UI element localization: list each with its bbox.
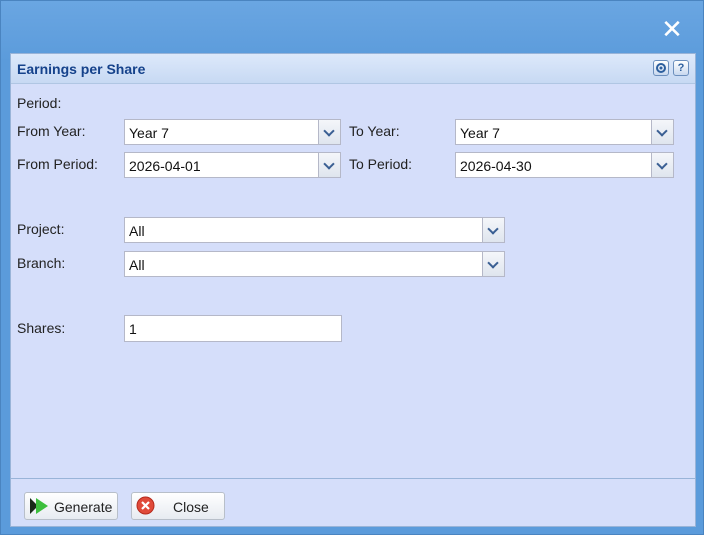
cancel-icon bbox=[136, 496, 155, 515]
panel-header: Earnings per Share ? bbox=[11, 54, 695, 84]
generate-button-label: Generate bbox=[54, 499, 113, 515]
branch-label: Branch: bbox=[17, 255, 66, 271]
chevron-down-icon[interactable] bbox=[482, 252, 504, 276]
dialog-window: ✕ Earnings per Share ? Period: From Year… bbox=[0, 0, 704, 535]
branch-value: All bbox=[129, 257, 145, 273]
period-label: Period: bbox=[17, 95, 62, 111]
to-year-label: To Year: bbox=[349, 123, 400, 139]
from-period-label: From Period: bbox=[17, 156, 98, 172]
close-button[interactable]: Close bbox=[131, 492, 225, 520]
to-year-value: Year 7 bbox=[460, 125, 500, 141]
project-select[interactable]: All bbox=[124, 217, 505, 243]
to-period-select[interactable]: 2026-04-30 bbox=[455, 152, 674, 178]
panel-title: Earnings per Share bbox=[17, 61, 146, 77]
report-panel: Earnings per Share ? Period: From Year: … bbox=[10, 53, 696, 527]
from-period-value: 2026-04-01 bbox=[129, 158, 201, 174]
from-year-select[interactable]: Year 7 bbox=[124, 119, 341, 145]
project-value: All bbox=[129, 223, 145, 239]
chevron-down-icon[interactable] bbox=[651, 120, 673, 144]
chevron-down-icon[interactable] bbox=[318, 120, 340, 144]
to-period-label: To Period: bbox=[349, 156, 413, 172]
close-window-icon[interactable]: ✕ bbox=[661, 16, 683, 42]
generate-button[interactable]: Generate bbox=[24, 492, 118, 520]
help-icon[interactable]: ? bbox=[673, 60, 689, 76]
to-year-select[interactable]: Year 7 bbox=[455, 119, 674, 145]
from-period-select[interactable]: 2026-04-01 bbox=[124, 152, 341, 178]
from-year-label: From Year: bbox=[17, 123, 86, 139]
close-button-label: Close bbox=[173, 499, 209, 515]
chevron-down-icon[interactable] bbox=[482, 218, 504, 242]
project-label: Project: bbox=[17, 221, 65, 237]
gear-icon[interactable] bbox=[653, 60, 669, 76]
panel-footer: Generate Close bbox=[11, 478, 695, 526]
shares-label: Shares: bbox=[17, 320, 66, 336]
to-period-value: 2026-04-30 bbox=[460, 158, 532, 174]
chevron-down-icon[interactable] bbox=[318, 153, 340, 177]
play-icon bbox=[30, 498, 48, 514]
from-year-value: Year 7 bbox=[129, 125, 169, 141]
shares-input[interactable] bbox=[124, 315, 342, 342]
branch-select[interactable]: All bbox=[124, 251, 505, 277]
chevron-down-icon[interactable] bbox=[651, 153, 673, 177]
